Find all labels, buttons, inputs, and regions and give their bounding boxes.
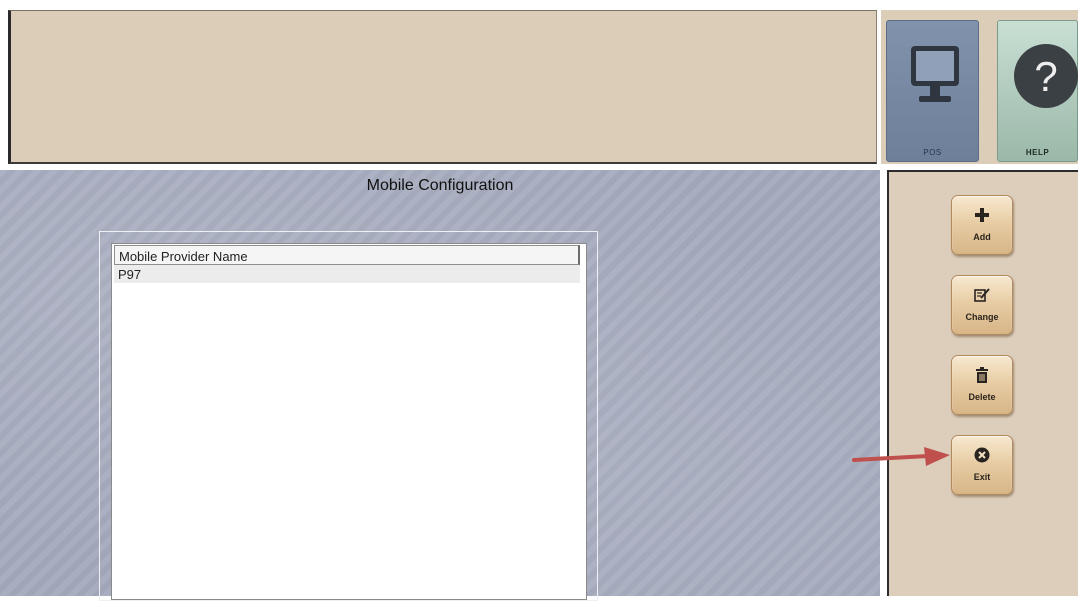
trash-icon (952, 366, 1012, 384)
message-panel (8, 10, 877, 164)
pos-button[interactable]: POS (886, 20, 979, 162)
add-button[interactable]: Add (951, 195, 1013, 255)
main-content: Mobile Configuration Mobile Provider Nam… (0, 170, 880, 601)
svg-text:?: ? (1034, 53, 1057, 100)
exit-button[interactable]: Exit (951, 435, 1013, 495)
monitor-icon (911, 46, 959, 102)
add-label: Add (973, 232, 991, 242)
top-tiles-area: POS ? HELP (881, 10, 1078, 164)
plus-icon (952, 206, 1012, 224)
help-button[interactable]: ? HELP (997, 20, 1078, 162)
page-title: Mobile Configuration (366, 177, 514, 194)
change-label: Change (965, 312, 999, 322)
delete-label: Delete (968, 392, 996, 402)
question-mark-icon: ? (1014, 44, 1078, 108)
arrow-indicator (852, 447, 950, 466)
close-circle-icon (952, 446, 1012, 464)
pos-label: POS (923, 148, 942, 157)
provider-list[interactable]: Mobile Provider Name P97 (111, 243, 587, 600)
edit-icon (952, 286, 1012, 304)
column-header-provider-name[interactable]: Mobile Provider Name (114, 245, 580, 265)
list-item[interactable]: P97 (114, 265, 580, 283)
exit-label: Exit (973, 472, 991, 482)
delete-button[interactable]: Delete (951, 355, 1013, 415)
provider-list-frame: Mobile Provider Name P97 (99, 231, 598, 601)
help-label: HELP (1025, 148, 1050, 157)
action-sidebar: Add Change Delete Exit (887, 170, 1078, 596)
change-button[interactable]: Change (951, 275, 1013, 335)
